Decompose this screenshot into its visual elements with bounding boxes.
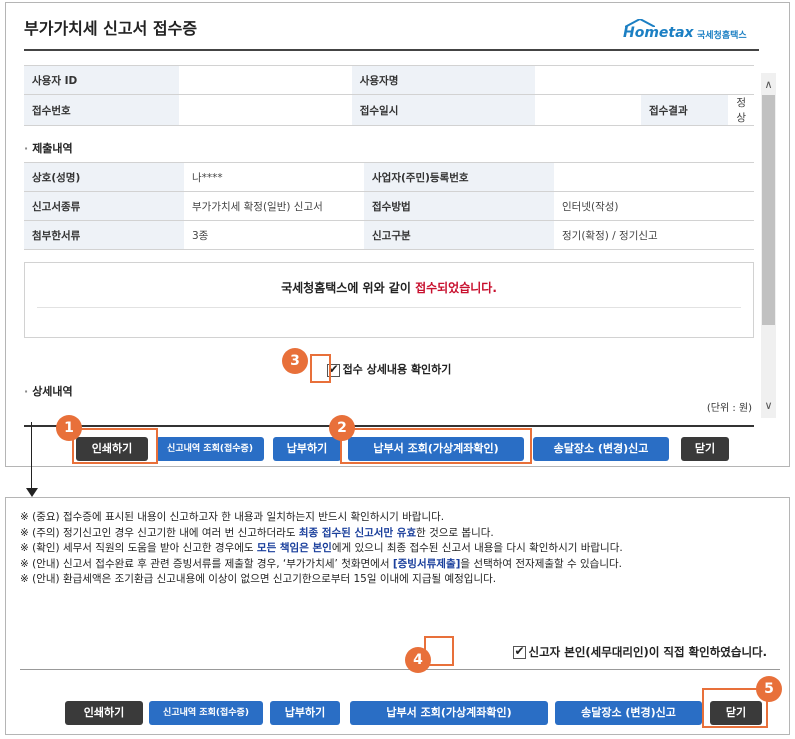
- field-value: [534, 65, 754, 95]
- scroll-up-icon[interactable]: ∧: [761, 77, 776, 93]
- field-value: 부가가치세 확정(일반) 신고서: [184, 191, 364, 221]
- payment-slip-button[interactable]: 납부서 조회(가상계좌확인): [350, 701, 548, 725]
- delivery-address-button[interactable]: 송달장소 (변경)신고: [533, 437, 669, 461]
- notice-item: ※ (주의) 정기신고인 경우 신고기한 내에 여러 번 신고하더라도 최종 접…: [20, 526, 775, 542]
- notice-emphasis: 모든 책임은 본인: [256, 542, 332, 555]
- field-label: 신고서종류: [24, 191, 184, 221]
- notice-text: 을 선택하여 전자제출할 수 있습니다.: [460, 557, 622, 570]
- submission-section-title: 제출내역: [24, 140, 754, 156]
- notice-item: ※ (중요) 접수증에 표시된 내용이 신고하고자 한 내용과 일치하는지 반드…: [20, 510, 775, 526]
- field-label: 사용자 ID: [24, 65, 179, 95]
- field-value: 3종: [184, 220, 364, 250]
- field-value: [534, 94, 641, 126]
- table-row: 접수번호 접수일시 접수결과 정상: [24, 94, 754, 126]
- step-badge-4: 4: [405, 647, 431, 673]
- filing-history-button[interactable]: 신고내역 조회(접수증): [156, 437, 264, 461]
- divider: [37, 307, 741, 308]
- field-label: 사용자명: [351, 65, 535, 95]
- confirm-message: 국세청홈택스에 위와 같이 접수되었습니다.: [25, 279, 753, 296]
- notice-item: ※ (안내) 환급세액은 조기환급 신고내용에 이상이 없으면 신고기한으로부터…: [20, 572, 775, 588]
- highlight-print-button: [72, 428, 158, 464]
- title-bar: 부가가치세 신고서 접수증 Hometax 국세청홈택스: [24, 15, 759, 51]
- detail-section-title: 상세내역: [24, 383, 72, 399]
- field-value: [178, 94, 352, 126]
- field-label: 접수번호: [24, 94, 179, 126]
- step-badge-1: 1: [56, 415, 82, 441]
- step-badge-5: 5: [756, 676, 782, 702]
- field-label: 접수방법: [364, 191, 554, 221]
- arrow-down-icon: [26, 488, 38, 497]
- notice-text: 한 것으로 봅니다.: [416, 526, 494, 539]
- final-check-row: 신고자 본인(세무대리인)이 직접 확인하였습니다.: [512, 644, 768, 660]
- vertical-scrollbar[interactable]: ∧ ∨: [761, 73, 776, 418]
- notice-emphasis: [증빙서류제출]: [392, 557, 461, 570]
- notice-text: 에게 있으니 최종 접수된 신고서 내용을 다시 확인하시기 바랍니다.: [331, 542, 623, 555]
- field-label: 접수일시: [351, 94, 535, 126]
- field-value: [178, 65, 352, 95]
- field-label: 신고구분: [364, 220, 554, 250]
- logo-wordmark: Hometax: [623, 25, 694, 41]
- confirm-message-highlight: 접수되었습니다.: [415, 281, 497, 295]
- confirm-message-text: 국세청홈택스에 위와 같이: [281, 281, 416, 295]
- bottom-button-bar: 인쇄하기 신고내역 조회(접수증) 납부하기 납부서 조회(가상계좌확인) 송달장소 (…: [20, 669, 780, 731]
- hometax-logo: Hometax 국세청홈택스: [619, 19, 759, 43]
- table-row: 첨부한서류 3종 신고구분 정기(확정) / 정기신고: [24, 220, 754, 250]
- field-value: 정기(확정) / 정기신고: [554, 220, 754, 250]
- connector-line: [31, 422, 32, 494]
- receipt-window: 부가가치세 신고서 접수증 Hometax 국세청홈택스 사용자 ID 사용자명 접…: [5, 2, 790, 467]
- notice-list: ※ (중요) 접수증에 표시된 내용이 신고하고자 한 내용과 일치하는지 반드…: [20, 510, 775, 588]
- step-badge-2: 2: [329, 415, 355, 441]
- notice-text: ※ (안내) 환급세액은 조기환급 신고내용에 이상이 없으면 신고기한으로부터…: [20, 573, 497, 586]
- field-label: 사업자(주민)등록번호: [364, 162, 554, 192]
- detail-check-row: 접수 상세내용 확인하기: [24, 361, 754, 377]
- field-value: [554, 162, 754, 192]
- notice-item: ※ (안내) 신고서 접수완료 후 관련 증빙서류를 제출할 경우, ‘부가가치…: [20, 557, 775, 573]
- field-label: 첨부한서류: [24, 220, 184, 250]
- confirm-message-box: 국세청홈택스에 위와 같이 접수되었습니다.: [24, 262, 754, 338]
- field-label: 상호(성명): [24, 162, 184, 192]
- submission-table: 상호(성명) 나**** 사업자(주민)등록번호 신고서종류 부가가치세 확정(일반) …: [24, 162, 754, 250]
- step-badge-3: 3: [282, 348, 308, 374]
- notice-item: ※ (확인) 세무서 직원의 도움을 받아 신고한 경우에도 모든 책임은 본인…: [20, 541, 775, 557]
- table-row: 사용자 ID 사용자명: [24, 65, 754, 95]
- field-value: 나****: [184, 162, 364, 192]
- field-value: 인터넷(작성): [554, 191, 754, 221]
- field-value: 정상: [728, 94, 754, 126]
- close-button[interactable]: 닫기: [681, 437, 729, 461]
- table-row: 신고서종류 부가가치세 확정(일반) 신고서 접수방법 인터넷(작성): [24, 191, 754, 221]
- notice-panel: ※ (중요) 접수증에 표시된 내용이 신고하고자 한 내용과 일치하는지 반드…: [5, 497, 790, 735]
- page-title: 부가가치세 신고서 접수증: [24, 19, 198, 38]
- logo-subtitle: 국세청홈택스: [697, 31, 747, 41]
- print-button[interactable]: 인쇄하기: [65, 701, 143, 725]
- final-confirm-checkbox[interactable]: [512, 644, 526, 659]
- delivery-address-button[interactable]: 송달장소 (변경)신고: [555, 701, 702, 725]
- user-info-table: 사용자 ID 사용자명접수번호 접수일시 접수결과 정상: [24, 65, 754, 126]
- unit-label: (단위 : 원): [706, 403, 752, 414]
- highlight-payment-slip-button: [340, 428, 532, 464]
- pay-button[interactable]: 납부하기: [270, 701, 340, 725]
- table-row: 상호(성명) 나**** 사업자(주민)등록번호: [24, 162, 754, 192]
- field-label: 접수결과: [640, 94, 729, 126]
- scroll-thumb[interactable]: [762, 95, 775, 325]
- notice-text: ※ (안내) 신고서 접수완료 후 관련 증빙서류를 제출할 경우, ‘부가가치…: [20, 557, 393, 570]
- pay-button[interactable]: 납부하기: [273, 437, 341, 461]
- notice-emphasis: 최종 접수된 신고서만 유효: [298, 526, 417, 539]
- notice-text: ※ (중요) 접수증에 표시된 내용이 신고하고자 한 내용과 일치하는지 반드…: [20, 511, 445, 523]
- notice-text: ※ (주의) 정기신고인 경우 신고기한 내에 여러 번 신고하더라도: [20, 526, 299, 539]
- notice-text: ※ (확인) 세무서 직원의 도움을 받아 신고한 경우에도: [20, 542, 257, 555]
- scroll-down-icon[interactable]: ∨: [761, 398, 776, 414]
- detail-check-label: 접수 상세내용 확인하기: [342, 363, 452, 376]
- receipt-content[interactable]: 사용자 ID 사용자명접수번호 접수일시 접수결과정상 제출내역 상호(성명)나***…: [24, 65, 754, 425]
- filing-history-button[interactable]: 신고내역 조회(접수증): [149, 701, 263, 725]
- highlight-detail-checkbox: [310, 354, 331, 383]
- final-check-label: 신고자 본인(세무대리인)이 직접 확인하였습니다.: [528, 645, 768, 659]
